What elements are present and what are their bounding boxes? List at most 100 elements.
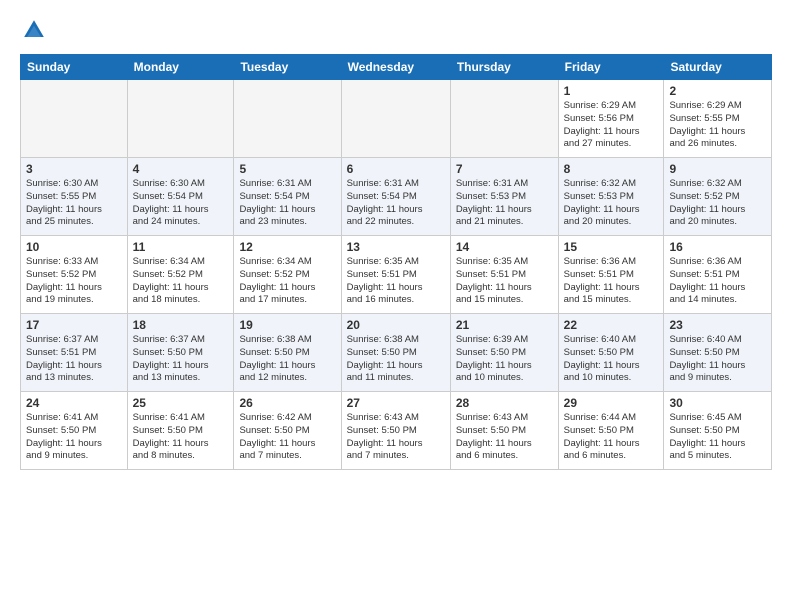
calendar-cell: 14 Sunrise: 6:35 AM Sunset: 5:51 PM Dayli… bbox=[450, 236, 558, 314]
day-info: Sunrise: 6:35 AM Sunset: 5:51 PM Dayligh… bbox=[347, 256, 445, 307]
day-info: Sunrise: 6:37 AM Sunset: 5:50 PM Dayligh… bbox=[133, 334, 229, 385]
day-number: 20 bbox=[347, 318, 445, 332]
day-info: Sunrise: 6:36 AM Sunset: 5:51 PM Dayligh… bbox=[669, 256, 766, 307]
calendar-cell: 10 Sunrise: 6:33 AM Sunset: 5:52 PM Dayli… bbox=[21, 236, 128, 314]
calendar-cell: 30 Sunrise: 6:45 AM Sunset: 5:50 PM Dayli… bbox=[664, 392, 772, 470]
calendar-cell bbox=[450, 80, 558, 158]
day-number: 27 bbox=[347, 396, 445, 410]
day-number: 9 bbox=[669, 162, 766, 176]
day-info: Sunrise: 6:31 AM Sunset: 5:53 PM Dayligh… bbox=[456, 178, 553, 229]
calendar-cell bbox=[127, 80, 234, 158]
day-info: Sunrise: 6:34 AM Sunset: 5:52 PM Dayligh… bbox=[133, 256, 229, 307]
day-number: 12 bbox=[239, 240, 335, 254]
calendar-cell: 2 Sunrise: 6:29 AM Sunset: 5:55 PM Daylig… bbox=[664, 80, 772, 158]
calendar-cell: 18 Sunrise: 6:37 AM Sunset: 5:50 PM Dayli… bbox=[127, 314, 234, 392]
weekday-header-monday: Monday bbox=[127, 55, 234, 80]
day-number: 23 bbox=[669, 318, 766, 332]
day-number: 4 bbox=[133, 162, 229, 176]
calendar-cell: 12 Sunrise: 6:34 AM Sunset: 5:52 PM Dayli… bbox=[234, 236, 341, 314]
day-info: Sunrise: 6:36 AM Sunset: 5:51 PM Dayligh… bbox=[564, 256, 659, 307]
calendar-table: SundayMondayTuesdayWednesdayThursdayFrid… bbox=[20, 54, 772, 470]
day-number: 24 bbox=[26, 396, 122, 410]
calendar-cell: 6 Sunrise: 6:31 AM Sunset: 5:54 PM Daylig… bbox=[341, 158, 450, 236]
day-number: 19 bbox=[239, 318, 335, 332]
calendar-cell: 29 Sunrise: 6:44 AM Sunset: 5:50 PM Dayli… bbox=[558, 392, 664, 470]
day-number: 25 bbox=[133, 396, 229, 410]
logo-icon bbox=[20, 16, 48, 44]
calendar-cell: 24 Sunrise: 6:41 AM Sunset: 5:50 PM Dayli… bbox=[21, 392, 128, 470]
day-info: Sunrise: 6:38 AM Sunset: 5:50 PM Dayligh… bbox=[239, 334, 335, 385]
calendar-cell: 16 Sunrise: 6:36 AM Sunset: 5:51 PM Dayli… bbox=[664, 236, 772, 314]
day-number: 15 bbox=[564, 240, 659, 254]
day-info: Sunrise: 6:33 AM Sunset: 5:52 PM Dayligh… bbox=[26, 256, 122, 307]
page: SundayMondayTuesdayWednesdayThursdayFrid… bbox=[0, 0, 792, 480]
day-number: 6 bbox=[347, 162, 445, 176]
day-info: Sunrise: 6:43 AM Sunset: 5:50 PM Dayligh… bbox=[347, 412, 445, 463]
weekday-header-sunday: Sunday bbox=[21, 55, 128, 80]
day-info: Sunrise: 6:43 AM Sunset: 5:50 PM Dayligh… bbox=[456, 412, 553, 463]
day-number: 16 bbox=[669, 240, 766, 254]
day-number: 8 bbox=[564, 162, 659, 176]
day-info: Sunrise: 6:31 AM Sunset: 5:54 PM Dayligh… bbox=[347, 178, 445, 229]
day-info: Sunrise: 6:37 AM Sunset: 5:51 PM Dayligh… bbox=[26, 334, 122, 385]
day-number: 11 bbox=[133, 240, 229, 254]
calendar-cell: 8 Sunrise: 6:32 AM Sunset: 5:53 PM Daylig… bbox=[558, 158, 664, 236]
day-info: Sunrise: 6:29 AM Sunset: 5:56 PM Dayligh… bbox=[564, 100, 659, 151]
calendar-cell: 5 Sunrise: 6:31 AM Sunset: 5:54 PM Daylig… bbox=[234, 158, 341, 236]
day-info: Sunrise: 6:45 AM Sunset: 5:50 PM Dayligh… bbox=[669, 412, 766, 463]
day-number: 17 bbox=[26, 318, 122, 332]
day-number: 26 bbox=[239, 396, 335, 410]
day-number: 18 bbox=[133, 318, 229, 332]
calendar-cell bbox=[341, 80, 450, 158]
calendar-cell: 22 Sunrise: 6:40 AM Sunset: 5:50 PM Dayli… bbox=[558, 314, 664, 392]
day-number: 3 bbox=[26, 162, 122, 176]
calendar-cell: 17 Sunrise: 6:37 AM Sunset: 5:51 PM Dayli… bbox=[21, 314, 128, 392]
day-number: 22 bbox=[564, 318, 659, 332]
day-number: 2 bbox=[669, 84, 766, 98]
weekday-header-thursday: Thursday bbox=[450, 55, 558, 80]
header bbox=[20, 16, 772, 44]
day-info: Sunrise: 6:44 AM Sunset: 5:50 PM Dayligh… bbox=[564, 412, 659, 463]
calendar-cell: 11 Sunrise: 6:34 AM Sunset: 5:52 PM Dayli… bbox=[127, 236, 234, 314]
logo bbox=[20, 16, 52, 44]
calendar-cell: 21 Sunrise: 6:39 AM Sunset: 5:50 PM Dayli… bbox=[450, 314, 558, 392]
calendar-cell: 20Sunrise: 6:38 AM Sunset: 5:50 PM Dayli… bbox=[341, 314, 450, 392]
day-info: Sunrise: 6:29 AM Sunset: 5:55 PM Dayligh… bbox=[669, 100, 766, 151]
calendar-cell bbox=[21, 80, 128, 158]
day-number: 30 bbox=[669, 396, 766, 410]
day-number: 1 bbox=[564, 84, 659, 98]
day-number: 29 bbox=[564, 396, 659, 410]
calendar-cell: 13Sunrise: 6:35 AM Sunset: 5:51 PM Dayli… bbox=[341, 236, 450, 314]
day-number: 7 bbox=[456, 162, 553, 176]
day-number: 5 bbox=[239, 162, 335, 176]
day-info: Sunrise: 6:34 AM Sunset: 5:52 PM Dayligh… bbox=[239, 256, 335, 307]
week-row-2: 3Sunrise: 6:30 AM Sunset: 5:55 PM Daylig… bbox=[21, 158, 772, 236]
day-number: 21 bbox=[456, 318, 553, 332]
calendar-cell: 1 Sunrise: 6:29 AM Sunset: 5:56 PM Daylig… bbox=[558, 80, 664, 158]
day-info: Sunrise: 6:32 AM Sunset: 5:53 PM Dayligh… bbox=[564, 178, 659, 229]
weekday-header-saturday: Saturday bbox=[664, 55, 772, 80]
calendar-cell: 25 Sunrise: 6:41 AM Sunset: 5:50 PM Dayli… bbox=[127, 392, 234, 470]
calendar-cell: 3Sunrise: 6:30 AM Sunset: 5:55 PM Daylig… bbox=[21, 158, 128, 236]
day-info: Sunrise: 6:31 AM Sunset: 5:54 PM Dayligh… bbox=[239, 178, 335, 229]
day-info: Sunrise: 6:30 AM Sunset: 5:54 PM Dayligh… bbox=[133, 178, 229, 229]
calendar-cell: 15 Sunrise: 6:36 AM Sunset: 5:51 PM Dayli… bbox=[558, 236, 664, 314]
day-info: Sunrise: 6:41 AM Sunset: 5:50 PM Dayligh… bbox=[133, 412, 229, 463]
calendar-cell bbox=[234, 80, 341, 158]
day-info: Sunrise: 6:35 AM Sunset: 5:51 PM Dayligh… bbox=[456, 256, 553, 307]
calendar-cell: 7 Sunrise: 6:31 AM Sunset: 5:53 PM Daylig… bbox=[450, 158, 558, 236]
day-number: 14 bbox=[456, 240, 553, 254]
weekday-header-wednesday: Wednesday bbox=[341, 55, 450, 80]
weekday-header-tuesday: Tuesday bbox=[234, 55, 341, 80]
week-row-3: 10 Sunrise: 6:33 AM Sunset: 5:52 PM Dayli… bbox=[21, 236, 772, 314]
day-info: Sunrise: 6:39 AM Sunset: 5:50 PM Dayligh… bbox=[456, 334, 553, 385]
week-row-4: 17 Sunrise: 6:37 AM Sunset: 5:51 PM Dayli… bbox=[21, 314, 772, 392]
calendar-cell: 28 Sunrise: 6:43 AM Sunset: 5:50 PM Dayli… bbox=[450, 392, 558, 470]
day-info: Sunrise: 6:40 AM Sunset: 5:50 PM Dayligh… bbox=[564, 334, 659, 385]
day-number: 10 bbox=[26, 240, 122, 254]
day-info: Sunrise: 6:41 AM Sunset: 5:50 PM Dayligh… bbox=[26, 412, 122, 463]
day-info: Sunrise: 6:40 AM Sunset: 5:50 PM Dayligh… bbox=[669, 334, 766, 385]
calendar-cell: 19 Sunrise: 6:38 AM Sunset: 5:50 PM Dayli… bbox=[234, 314, 341, 392]
day-number: 28 bbox=[456, 396, 553, 410]
week-row-1: 1 Sunrise: 6:29 AM Sunset: 5:56 PM Daylig… bbox=[21, 80, 772, 158]
